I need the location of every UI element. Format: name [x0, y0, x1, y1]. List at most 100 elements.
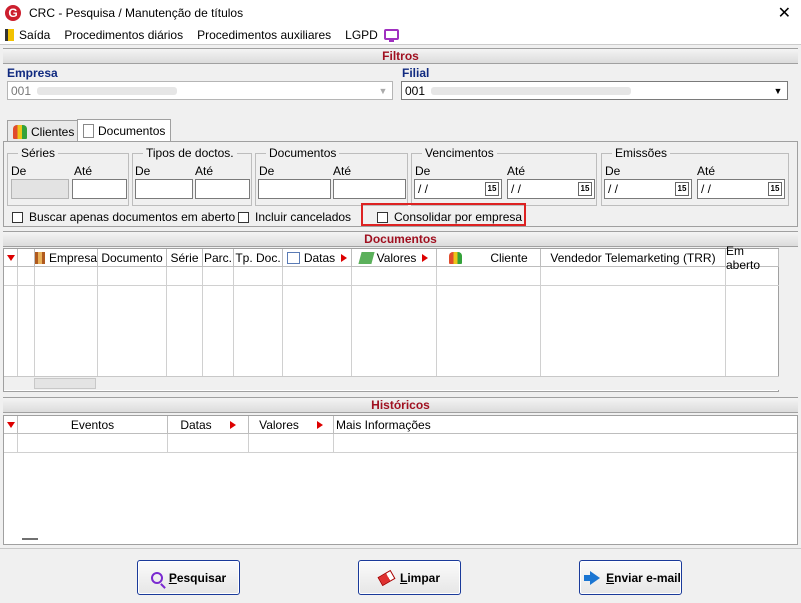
col-em-aberto-label: Em aberto: [726, 243, 761, 272]
vencimentos-to-label: Até: [507, 164, 526, 178]
col-eventos[interactable]: Eventos: [18, 416, 168, 434]
col-tp-doc[interactable]: Tp. Doc.: [234, 249, 283, 267]
search-button-label: Pesquisar: [168, 570, 227, 585]
grid-divider: [282, 267, 283, 376]
filters-header: Filtros: [3, 48, 798, 64]
emissoes-from-input[interactable]: / / 15: [604, 179, 692, 199]
vencimentos-from-label: De: [415, 164, 431, 178]
col-mais-informacoes-label: Mais Informações: [336, 417, 431, 432]
col-parc-label: Parc.: [203, 250, 232, 265]
menu-saida-label: Saída: [19, 27, 51, 42]
col-vendedor[interactable]: Vendedor Telemarketing (TRR): [541, 249, 726, 267]
series-from-label: De: [11, 164, 27, 178]
emissoes-legend: Emissões: [615, 146, 668, 160]
emissoes-to-label: Até: [697, 164, 716, 178]
menu-lgpd[interactable]: LGPD: [345, 28, 399, 42]
empresa-select[interactable]: 001 ▼: [7, 81, 393, 100]
calendar-icon[interactable]: 15: [578, 182, 592, 196]
col-mais-informacoes[interactable]: Mais Informações: [334, 416, 797, 434]
documentos-from-label: De: [259, 164, 275, 178]
menu-procedimentos-auxiliares[interactable]: Procedimentos auxiliares: [197, 28, 331, 42]
close-icon[interactable]: ✕: [778, 3, 791, 23]
eraser-icon: [377, 569, 396, 586]
grid-divider: [17, 434, 18, 452]
app-logo-icon: G: [5, 4, 21, 21]
grid-divider: [17, 267, 18, 376]
title-bar: G CRC - Pesquisa / Manutenção de títulos…: [0, 0, 801, 25]
series-to-label: Até: [74, 164, 93, 178]
col-hist-valores[interactable]: Valores: [249, 416, 334, 434]
expand-arrow-icon: [316, 420, 323, 429]
calendar-icon[interactable]: 15: [768, 182, 782, 196]
emissoes-to-input[interactable]: / / 15: [697, 179, 785, 199]
col-valores[interactable]: Valores: [352, 249, 437, 267]
documentos-from-input[interactable]: [258, 179, 331, 199]
emissoes-to-value: / /: [701, 182, 712, 196]
send-email-button-label: Enviar e-mail: [606, 570, 681, 585]
filial-label: Filial: [402, 66, 430, 80]
documents-grid[interactable]: Empresa Documento Série Parc. Tp. Doc. D…: [3, 244, 779, 392]
documents-hscrollbar[interactable]: [4, 376, 779, 390]
tab-documentos-label: Documentos: [98, 124, 166, 138]
filial-select[interactable]: 001 ▼: [401, 81, 788, 100]
search-button[interactable]: Pesquisar: [137, 560, 240, 595]
series-from-input[interactable]: [11, 179, 69, 199]
button-bar: Pesquisar Limpar Enviar e-mail: [0, 548, 801, 603]
grid-menu[interactable]: [4, 416, 18, 434]
grid-divider: [97, 267, 98, 376]
col-parc[interactable]: Parc.: [203, 249, 234, 267]
empresa-redacted: [37, 86, 178, 95]
documentos-legend: Documentos: [269, 146, 337, 160]
abertos-label: Buscar apenas documentos em aberto: [29, 210, 236, 224]
history-grid[interactable]: Eventos Datas Valores Mais Informações: [3, 415, 798, 545]
vencimentos-to-input[interactable]: / / 15: [507, 179, 595, 199]
col-cliente[interactable]: Cliente: [437, 249, 541, 267]
tipos-to-input[interactable]: [195, 179, 250, 199]
document-icon: [83, 124, 94, 138]
calendar-icon[interactable]: 15: [485, 182, 499, 196]
col-datas[interactable]: Datas: [283, 249, 352, 267]
col-hist-datas-label: Datas: [180, 417, 212, 432]
documents-header: Documentos: [3, 231, 798, 247]
menu-procedimentos-diarios-label: Procedimentos diários: [64, 27, 184, 42]
col-cliente-label: Cliente: [490, 250, 528, 265]
col-em-aberto[interactable]: Em aberto: [726, 244, 779, 272]
col-hist-valores-label: Valores: [259, 417, 299, 432]
chevron-down-icon: ▼: [773, 85, 783, 96]
book-icon: [35, 251, 45, 264]
scroll-thumb[interactable]: [34, 378, 96, 389]
col-empresa-label: Empresa: [48, 250, 97, 265]
documentos-to-input[interactable]: [333, 179, 406, 199]
tipos-from-label: De: [135, 164, 151, 178]
tipos-from-input[interactable]: [135, 179, 193, 199]
col-serie[interactable]: Série: [167, 249, 203, 267]
calendar-icon[interactable]: 15: [675, 182, 689, 196]
splitter-handle[interactable]: [22, 538, 38, 540]
empresa-label: Empresa: [7, 66, 58, 80]
send-email-button[interactable]: Enviar e-mail: [579, 560, 682, 595]
tab-documentos[interactable]: Documentos: [77, 119, 172, 142]
series-to-input[interactable]: [72, 179, 127, 199]
chevron-down-icon: ▼: [378, 85, 388, 96]
grid-menu[interactable]: [4, 249, 18, 267]
vencimentos-from-input[interactable]: / / 15: [414, 179, 502, 199]
tipos-to-label: Até: [195, 164, 214, 178]
money-icon: [357, 251, 375, 264]
col-vendedor-label: Vendedor Telemarketing (TRR): [550, 250, 716, 265]
checkbox-box: [238, 211, 249, 223]
clear-button[interactable]: Limpar: [358, 560, 461, 595]
col-hist-datas[interactable]: Datas: [168, 416, 249, 434]
cancelados-checkbox[interactable]: Incluir cancelados: [238, 210, 351, 224]
col-empresa[interactable]: Empresa: [35, 249, 98, 267]
menu-saida[interactable]: Saída: [5, 28, 50, 42]
col-datas-label: Datas: [303, 250, 336, 265]
menu-procedimentos-diarios[interactable]: Procedimentos diários: [64, 28, 183, 42]
abertos-checkbox[interactable]: Buscar apenas documentos em aberto: [12, 210, 235, 224]
monitor-icon: [383, 29, 399, 42]
tab-clientes[interactable]: Clientes: [7, 120, 81, 142]
search-icon: [150, 571, 163, 584]
grid-divider: [436, 267, 437, 376]
history-header: Históricos: [3, 397, 798, 413]
col-documento[interactable]: Documento: [98, 249, 167, 267]
expand-arrow-icon: [341, 253, 348, 262]
